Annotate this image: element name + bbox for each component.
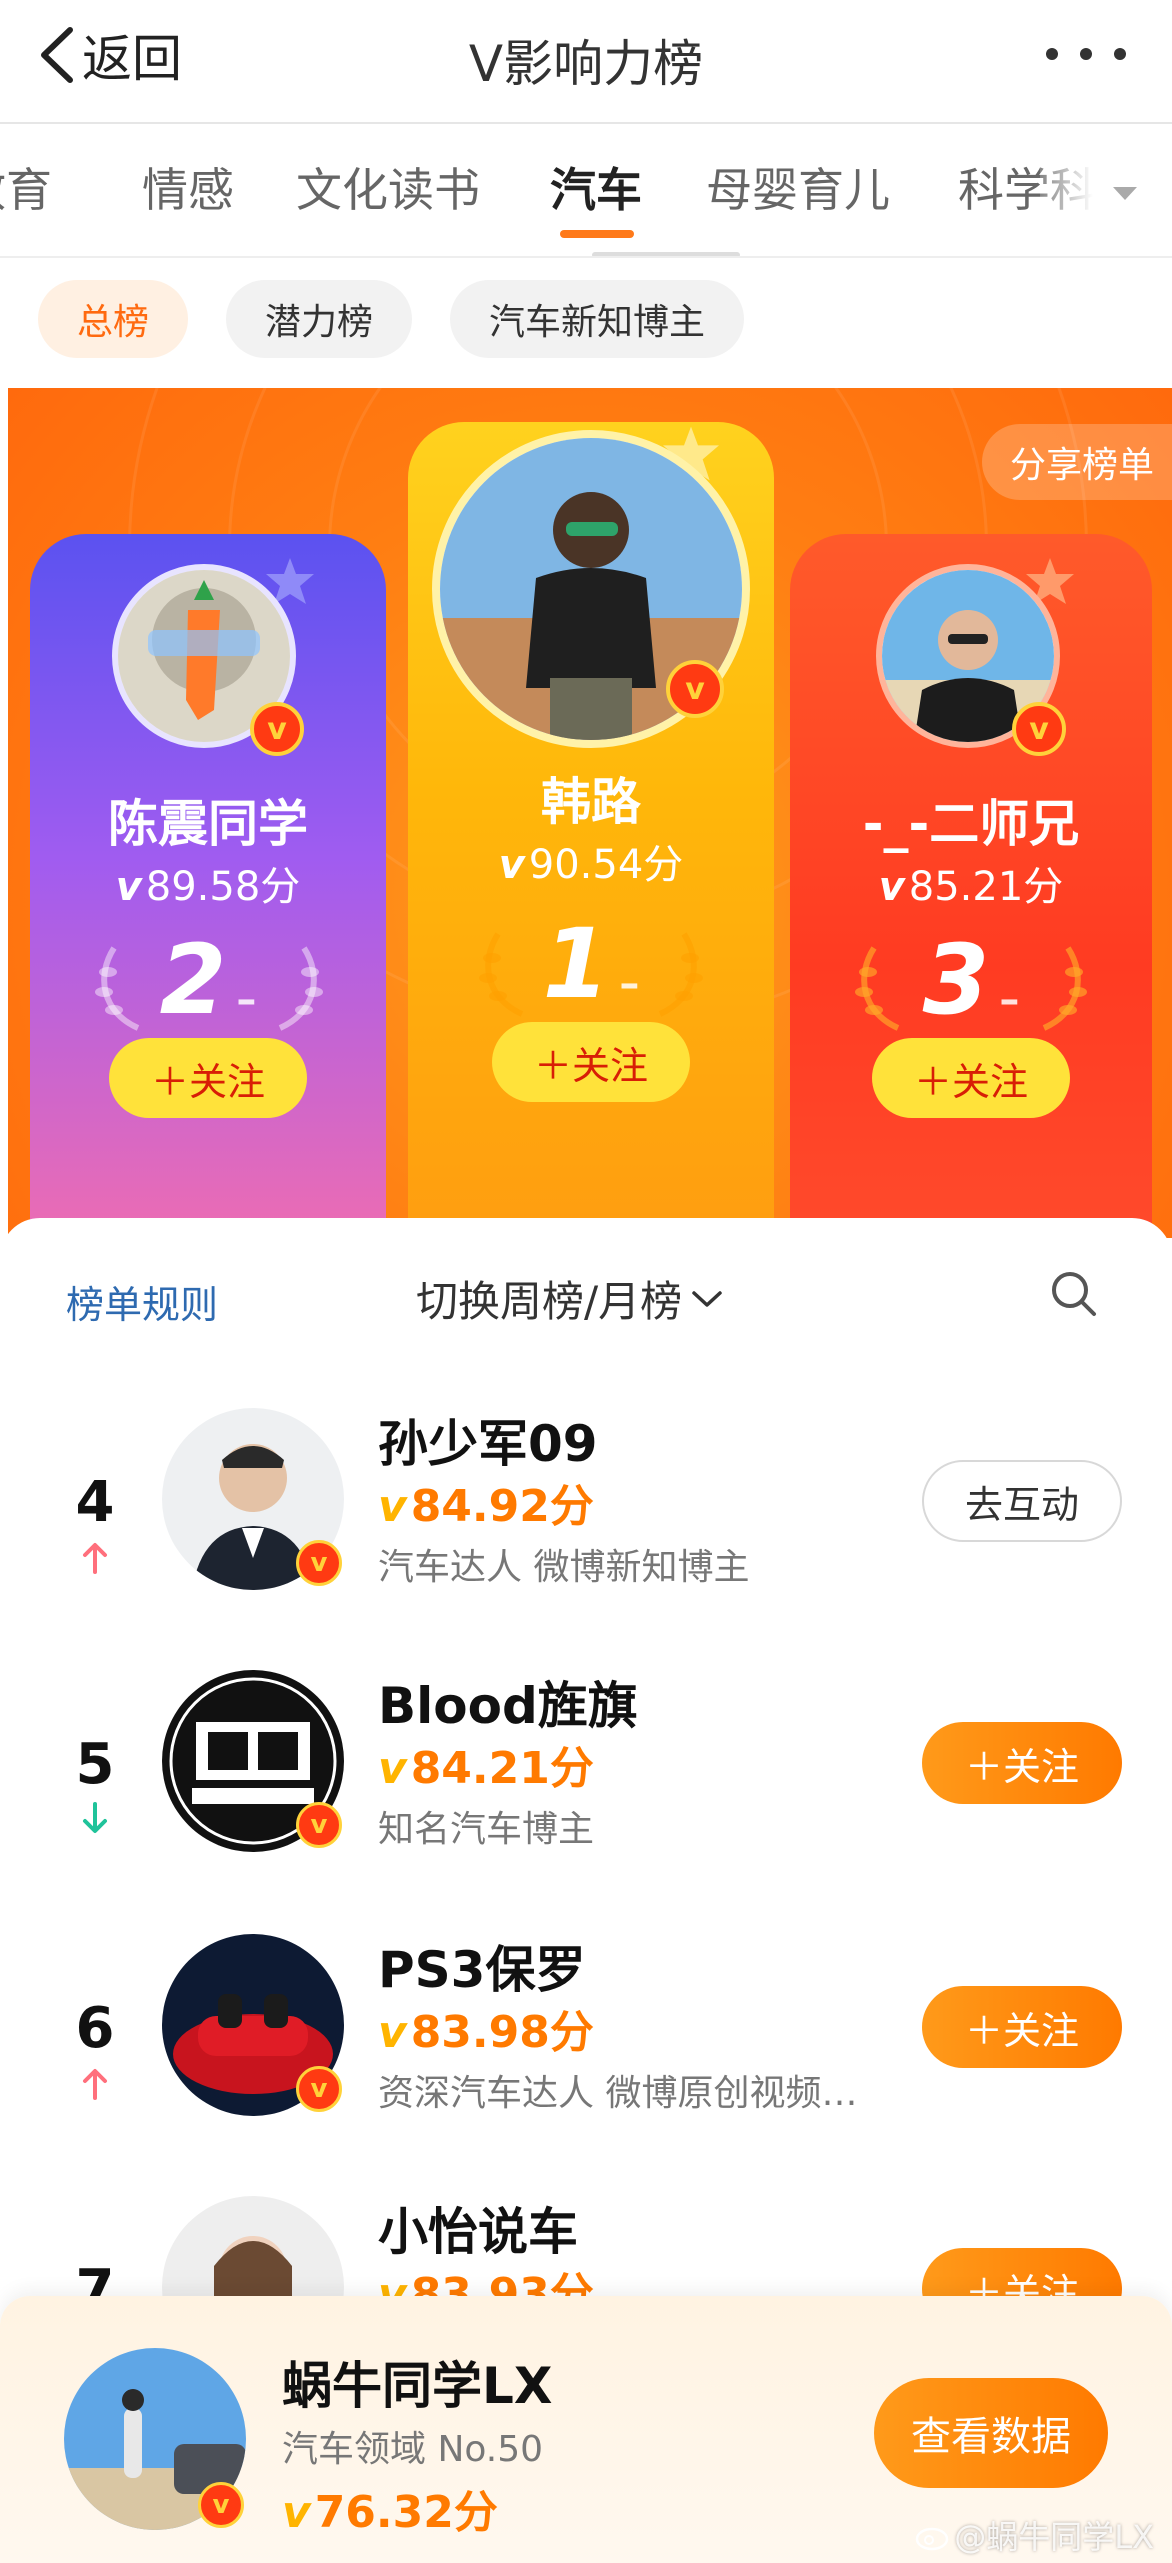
podium-card-3[interactable]: v -_-二师兄 v 85.21分 3– ＋关注: [790, 534, 1152, 1238]
rank-up-arrow-icon: [83, 2069, 107, 2100]
podium-score-value: 89.58分: [145, 864, 301, 910]
my-score-value: 76.32分: [314, 2487, 498, 2538]
more-options-icon[interactable]: [1046, 34, 1126, 74]
rank-change: –: [999, 977, 1020, 1023]
v-score-icon: v: [378, 1743, 407, 1794]
my-domain-rank: 汽车领域 No.50: [282, 2429, 544, 2470]
list-item[interactable]: 6 v PS3保罗 v83.98分 资深汽车达人 微博原创视频… ＋关注: [0, 1896, 1172, 2156]
rank-change: –: [619, 961, 640, 1007]
subtab-car-new-knowledge[interactable]: 汽车新知博主: [450, 280, 744, 358]
rank-change: –: [236, 977, 257, 1023]
rank-number: 4: [75, 1470, 115, 1535]
view-data-button[interactable]: 查看数据: [874, 2378, 1108, 2488]
podium-name[interactable]: 韩路: [408, 762, 774, 834]
verified-badge-icon: v: [1012, 702, 1066, 756]
podium-card-2[interactable]: v 陈震同学 v 89.58分 2– ＋关注: [30, 534, 386, 1238]
list-item[interactable]: 4 v 孙少军09 v84.92分 汽车达人 微博新知博主 去互动: [0, 1370, 1172, 1630]
verified-badge-icon: v: [198, 2482, 244, 2528]
sub-tabs: 总榜 潜力榜 汽车新知博主: [0, 262, 1172, 388]
v-score-icon: v: [378, 1481, 407, 1532]
follow-button[interactable]: ＋关注: [109, 1038, 307, 1118]
app-header: 返回 V影响力榜: [0, 0, 1172, 124]
verified-badge-icon: v: [666, 660, 724, 718]
period-switch-label: 切换周榜/月榜: [416, 1277, 683, 1326]
tab-education[interactable]: 教育: [0, 154, 52, 220]
verified-badge-icon: v: [250, 702, 304, 756]
watermark-text: @蜗牛同学LX: [954, 2518, 1154, 2556]
user-name[interactable]: 小怡说车: [378, 2192, 578, 2264]
podium-name[interactable]: -_-二师兄: [790, 784, 1152, 856]
rank-down-arrow-icon: [83, 1802, 107, 1833]
follow-button[interactable]: ＋关注: [872, 1038, 1070, 1118]
tabs-divider: [0, 256, 1172, 258]
tab-car[interactable]: 汽车: [550, 154, 642, 220]
tab-culture-reading[interactable]: 文化读书: [296, 154, 480, 220]
podium-card-1[interactable]: v 韩路 v 90.54分 1– ＋关注: [408, 422, 774, 1238]
v-score-icon: v: [878, 864, 905, 910]
user-score-value: 84.21分: [410, 1743, 594, 1794]
podium-score: v 89.58分: [30, 854, 386, 912]
watermark: @蜗牛同学LX: [914, 2512, 1154, 2558]
user-score-value: 84.92分: [410, 1481, 594, 1532]
v-score-icon: v: [115, 864, 142, 910]
chevron-down-icon: [692, 1290, 722, 1307]
tab-emotion[interactable]: 情感: [142, 154, 234, 220]
podium-score-value: 85.21分: [908, 864, 1064, 910]
podium-score: v 85.21分: [790, 854, 1152, 912]
rank-number: 6: [75, 1996, 115, 2061]
v-score-icon: v: [282, 2487, 311, 2538]
user-description: 知名汽车博主: [378, 1809, 595, 1850]
podium-rank: 1–: [542, 908, 640, 1020]
subtab-overall[interactable]: 总榜: [38, 280, 188, 358]
share-ranking-button[interactable]: 分享榜单: [982, 424, 1172, 500]
ranking-rules-link[interactable]: 榜单规则: [66, 1274, 218, 1329]
user-name[interactable]: 孙少军09: [378, 1404, 598, 1476]
my-name[interactable]: 蜗牛同学LX: [282, 2346, 552, 2418]
user-name[interactable]: Blood旌旗: [378, 1666, 638, 1738]
follow-button[interactable]: ＋关注: [922, 1986, 1122, 2068]
podium-score: v 90.54分: [408, 832, 774, 890]
podium-section: 分享榜单 v 陈震同学 v 89.58分 2– ＋关注 v 韩路 v 90.54分 …: [8, 388, 1172, 1238]
period-switch-dropdown[interactable]: 切换周榜/月榜: [416, 1268, 724, 1329]
user-score: v84.92分: [378, 1470, 594, 1534]
v-score-icon: v: [378, 2007, 407, 2058]
user-score-value: 83.98分: [410, 2007, 594, 2058]
user-description: 汽车达人 微博新知博主: [378, 1547, 750, 1588]
subtab-potential[interactable]: 潜力榜: [226, 280, 412, 358]
podium-score-value: 90.54分: [528, 842, 684, 888]
my-score: v76.32分: [282, 2476, 498, 2540]
weibo-logo-icon: [915, 2527, 949, 2551]
podium-rank: 3–: [922, 924, 1020, 1036]
verified-badge-icon: v: [296, 1540, 342, 1586]
user-name[interactable]: PS3保罗: [378, 1930, 585, 2002]
follow-button[interactable]: ＋关注: [922, 1722, 1122, 1804]
podium-rank: 2–: [159, 924, 257, 1036]
user-score: v83.98分: [378, 1996, 594, 2060]
follow-button[interactable]: ＋关注: [492, 1022, 690, 1102]
active-tab-indicator: [560, 230, 634, 238]
verified-badge-icon: v: [296, 1802, 342, 1848]
rank-up-arrow-icon: [83, 1543, 107, 1574]
tab-maternity[interactable]: 母婴育儿: [706, 154, 890, 220]
search-icon[interactable]: [1048, 1268, 1100, 1320]
podium-name[interactable]: 陈震同学: [30, 784, 386, 856]
interact-button[interactable]: 去互动: [922, 1460, 1122, 1542]
rank-number: 5: [75, 1732, 115, 1797]
v-score-icon: v: [498, 842, 525, 888]
verified-badge-icon: v: [296, 2066, 342, 2112]
user-score: v84.21分: [378, 1732, 594, 1796]
user-description: 资深汽车达人 微博原创视频…: [378, 2073, 858, 2114]
list-item[interactable]: 5 v Blood旌旗 v84.21分 知名汽车博主 ＋关注: [0, 1632, 1172, 1892]
category-tabs: 教育 情感 文化读书 汽车 母婴育儿 科学科: [0, 126, 1172, 258]
page-title: V影响力榜: [468, 35, 704, 93]
expand-tabs-icon[interactable]: [1100, 168, 1150, 218]
